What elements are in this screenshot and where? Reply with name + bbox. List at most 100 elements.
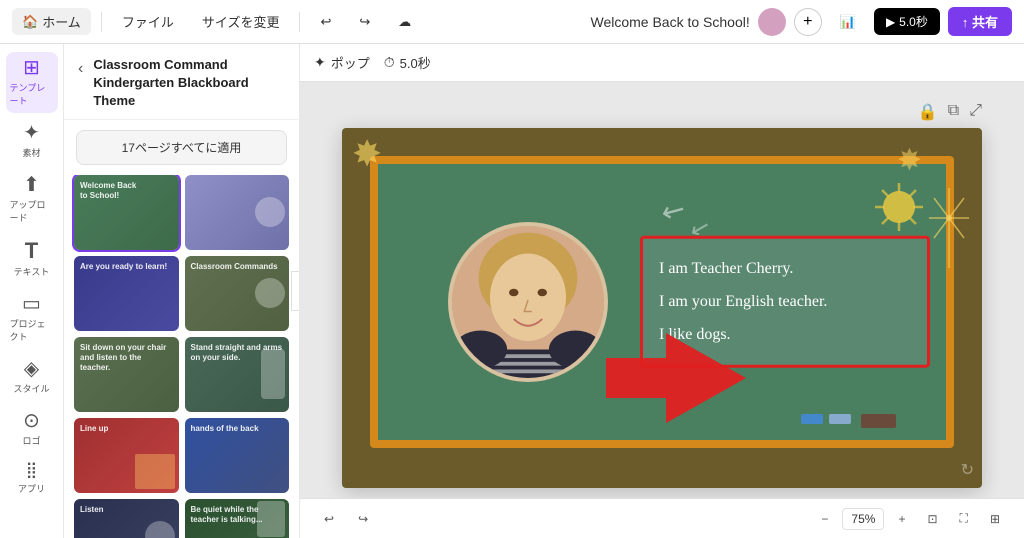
projects-label: プロジェクト <box>10 317 54 343</box>
template-thumb-7[interactable]: Line up <box>74 418 179 493</box>
bottom-redo-button[interactable]: ↪ <box>350 508 376 530</box>
home-icon: 🏠 <box>22 14 38 30</box>
sidebar-item-templates[interactable]: ⊞ テンプレート <box>6 52 58 113</box>
grid-button[interactable]: ⊞ <box>982 508 1008 530</box>
canvas-area: ✦ ポップ ⏱ 5.0秒 🔒 ⧉ ⤢ ✸ ✸ <box>300 44 1024 538</box>
template-thumb-8[interactable]: hands of the back <box>185 418 290 493</box>
elements-icon: ✦ <box>23 123 40 143</box>
sidebar-item-upload[interactable]: ⬆ アップロード <box>6 169 58 230</box>
back-button[interactable]: ‹ <box>76 58 85 80</box>
sidebar-item-styles[interactable]: ◈ スタイル <box>6 353 58 401</box>
play-duration-label: 5.0秒 <box>899 13 928 30</box>
share-button[interactable]: ↑ 共有 <box>948 7 1012 36</box>
zoom-level: 75% <box>842 508 884 530</box>
styles-label: スタイル <box>13 382 49 395</box>
main-layout: ⊞ テンプレート ✦ 素材 ⬆ アップロード T テキスト ▭ プロジェクト ◈… <box>0 44 1024 538</box>
thumb-deco-7 <box>135 454 175 489</box>
logo-label: ロゴ <box>22 434 40 447</box>
template-thumb-9[interactable]: Listen <box>74 499 179 538</box>
expand-icon[interactable]: ⤢ <box>969 102 982 122</box>
zoom-out-button[interactable]: − <box>813 508 836 530</box>
thumb-image-9 <box>145 521 175 538</box>
firework-left: ✸ <box>352 133 382 175</box>
thumb-image-4 <box>255 278 285 308</box>
eraser-area <box>801 414 896 428</box>
bottom-bar: ↩ ↪ − 75% + ⊡ ⛶ ⊞ <box>300 498 1024 538</box>
template-thumb-10[interactable]: Be quiet while the teacher is talking... <box>185 499 290 538</box>
canvas-scroll[interactable]: 🔒 ⧉ ⤢ ✸ ✸ ↙ ↙ <box>300 82 1024 498</box>
elements-label: 素材 <box>22 146 40 159</box>
text-line-1: I am Teacher Cherry. <box>659 259 911 280</box>
eraser-2 <box>829 414 851 424</box>
home-button[interactable]: 🏠 ホーム <box>12 8 91 35</box>
upload-label: アップロード <box>10 198 54 224</box>
fit-button[interactable]: ⊡ <box>919 508 945 530</box>
templates-label: テンプレート <box>10 81 54 107</box>
zoom-in-button[interactable]: + <box>890 508 913 530</box>
eraser-1 <box>801 414 823 424</box>
bottom-undo-button[interactable]: ↩ <box>316 508 342 530</box>
sidebar-item-logo[interactable]: ⊙ ロゴ <box>6 405 58 453</box>
apply-all-button[interactable]: 17ページすべてに適用 <box>76 130 287 165</box>
analytics-button[interactable]: 📊 <box>830 10 866 34</box>
panel-collapse-button[interactable]: ‹ <box>291 271 300 311</box>
thumb-image-6 <box>261 349 285 399</box>
canvas-toolbar: ✦ ポップ ⏱ 5.0秒 <box>300 44 1024 82</box>
undo-button[interactable]: ↩ <box>310 10 341 34</box>
home-label: ホーム <box>42 12 81 31</box>
add-collaborator-button[interactable]: + <box>794 8 822 36</box>
text-icon: T <box>25 240 38 262</box>
copy-icon[interactable]: ⧉ <box>948 102 959 122</box>
teacher-photo <box>448 222 608 382</box>
top-nav: 🏠 ホーム ファイル サイズを変更 ↩ ↪ ☁ Welcome Back to … <box>0 0 1024 44</box>
refresh-icon[interactable]: ↻ <box>961 460 974 480</box>
resize-label: サイズを変更 <box>202 12 280 31</box>
play-icon: ▶ <box>886 15 895 29</box>
sidebar-item-projects[interactable]: ▭ プロジェクト <box>6 288 58 349</box>
canvas-top-icons: 🔒 ⧉ ⤢ <box>342 102 982 122</box>
eraser-3 <box>861 414 896 428</box>
share-label: 共有 <box>972 15 998 30</box>
thumb-text-8: hands of the back <box>191 424 284 434</box>
template-thumb-2[interactable] <box>185 175 290 250</box>
cloud-button[interactable]: ☁ <box>388 10 421 34</box>
projects-icon: ▭ <box>22 294 41 314</box>
lock-icon[interactable]: 🔒 <box>918 102 938 122</box>
apply-all-label: 17ページすべてに適用 <box>122 141 242 155</box>
slide-wrapper: ✸ ✸ ↙ ↙ <box>342 128 982 488</box>
file-button[interactable]: ファイル <box>112 8 184 35</box>
sidebar-item-elements[interactable]: ✦ 素材 <box>6 117 58 165</box>
template-thumb-3[interactable]: Are you ready to learn! <box>74 256 179 331</box>
play-button[interactable]: ▶ 5.0秒 <box>874 8 940 35</box>
animation-picker[interactable]: ✦ ポップ <box>314 53 370 72</box>
template-thumb-1[interactable]: Welcome Backto School! <box>74 175 179 250</box>
icon-sidebar: ⊞ テンプレート ✦ 素材 ⬆ アップロード T テキスト ▭ プロジェクト ◈… <box>0 44 64 538</box>
avatar <box>758 8 786 36</box>
thumb-text-4: Classroom Commands <box>191 262 284 272</box>
template-thumb-4[interactable]: Classroom Commands <box>185 256 290 331</box>
text-label: テキスト <box>14 265 50 278</box>
chalk-arrow-1: ↙ <box>655 190 692 230</box>
panel-title: Classroom Command Kindergarten Blackboar… <box>93 56 287 111</box>
template-thumb-5[interactable]: Sit down on your chair and listen to the… <box>74 337 179 412</box>
template-panel: ‹ Classroom Command Kindergarten Blackbo… <box>64 44 300 538</box>
duration-picker[interactable]: ⏱ 5.0秒 <box>384 53 431 72</box>
duration-label: 5.0秒 <box>400 53 431 72</box>
sidebar-item-text[interactable]: T テキスト <box>6 234 58 284</box>
sun-decoration <box>871 179 926 239</box>
redo-button[interactable]: ↪ <box>349 10 380 34</box>
thumb-image-2 <box>255 197 285 227</box>
thumb-image-10 <box>257 501 285 537</box>
text-line-2: I am your English teacher. <box>659 292 911 313</box>
fullscreen-button[interactable]: ⛶ <box>952 507 976 530</box>
styles-icon: ◈ <box>24 359 39 379</box>
resize-button[interactable]: サイズを変更 <box>192 8 290 35</box>
animation-label: ポップ <box>331 53 370 72</box>
template-thumb-6[interactable]: Stand straight and arms on your side. <box>185 337 290 412</box>
sidebar-item-apps[interactable]: ⣿ アプリ <box>6 457 58 501</box>
presentation-title: Welcome Back to School! <box>590 14 749 30</box>
nav-divider-2 <box>299 12 300 32</box>
slide[interactable]: ✸ ✸ ↙ ↙ <box>342 128 982 488</box>
thumb-text-3: Are you ready to learn! <box>80 262 173 272</box>
apps-label: アプリ <box>18 482 45 495</box>
